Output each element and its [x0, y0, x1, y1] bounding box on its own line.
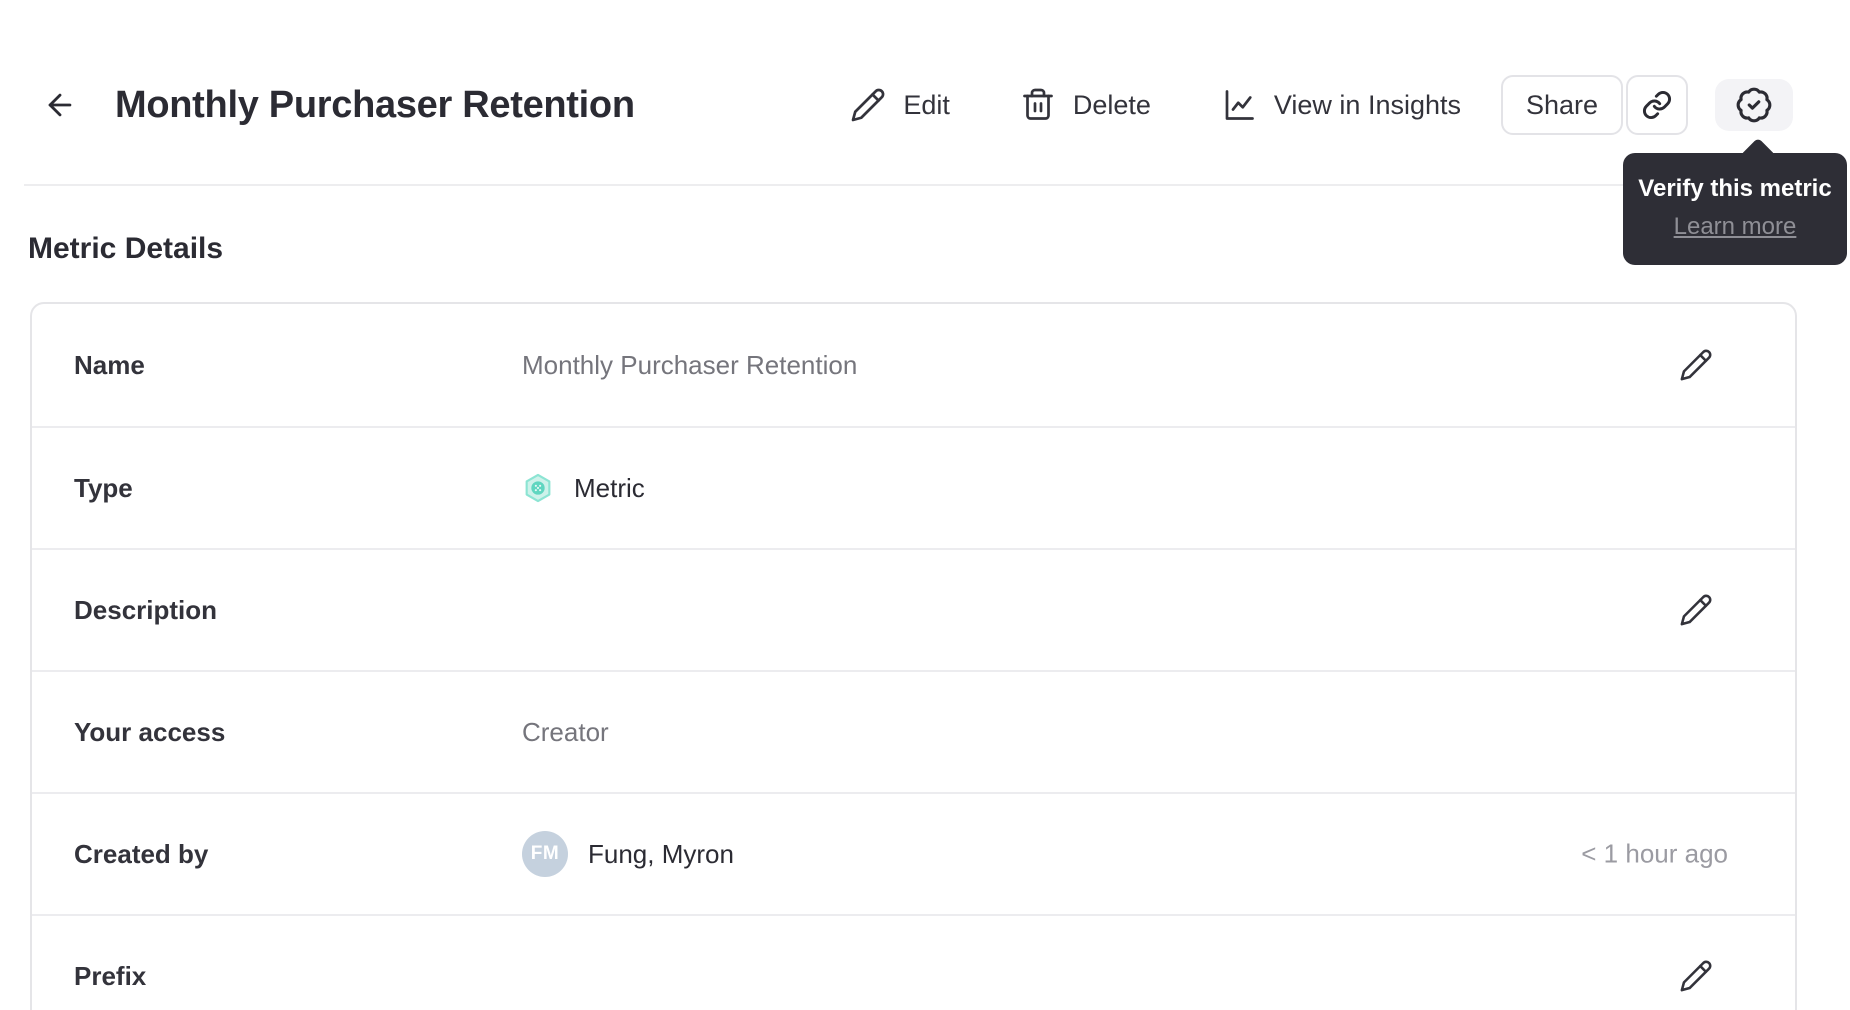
view-in-insights-button[interactable]: View in Insights	[1221, 87, 1461, 123]
detail-row-type: Type Metric	[32, 426, 1795, 548]
share-button[interactable]: Share	[1501, 75, 1623, 135]
edit-name-button[interactable]	[1674, 343, 1718, 387]
row-label: Description	[74, 594, 218, 625]
row-label: Created by	[74, 838, 209, 869]
pencil-icon	[1679, 959, 1713, 993]
tooltip-title: Verify this metric	[1638, 175, 1832, 202]
detail-row-created-by: Created by FM Fung, Myron < 1 hour ago	[32, 792, 1795, 914]
verified-badge-icon	[1735, 86, 1773, 124]
metric-details-card: Name Monthly Purchaser Retention Type Me…	[30, 302, 1797, 1010]
page-title: Monthly Purchaser Retention	[115, 83, 635, 126]
row-value: Monthly Purchaser Retention	[522, 349, 858, 380]
back-button[interactable]	[43, 88, 77, 122]
row-label: Prefix	[74, 960, 147, 991]
delete-button-label: Delete	[1072, 89, 1151, 120]
pencil-icon	[1679, 348, 1713, 382]
main-content: Metric Details Name Monthly Purchaser Re…	[0, 186, 1850, 1010]
pencil-icon	[1679, 593, 1713, 627]
pencil-icon	[850, 87, 886, 123]
detail-row-description: Description	[32, 548, 1795, 670]
line-chart-icon	[1221, 87, 1257, 123]
row-label: Your access	[74, 716, 226, 747]
row-label: Name	[74, 349, 145, 380]
arrow-left-icon	[43, 88, 77, 122]
edit-button[interactable]: Edit	[850, 87, 950, 123]
row-value: FM Fung, Myron	[522, 831, 734, 877]
trash-icon	[1020, 87, 1056, 123]
row-value: Metric	[522, 472, 645, 504]
edit-button-label: Edit	[903, 89, 950, 120]
metric-hexagon-icon	[522, 472, 554, 504]
link-icon	[1641, 89, 1673, 121]
delete-button[interactable]: Delete	[1020, 87, 1151, 123]
verify-metric-button[interactable]	[1715, 79, 1793, 131]
row-label: Type	[74, 472, 133, 503]
edit-description-button[interactable]	[1674, 588, 1718, 632]
type-value-label: Metric	[574, 472, 645, 503]
header-row: Monthly Purchaser Retention Edit Delete …	[43, 74, 1793, 136]
edit-prefix-button[interactable]	[1674, 954, 1718, 998]
view-in-insights-label: View in Insights	[1273, 89, 1461, 120]
copy-link-button[interactable]	[1626, 75, 1688, 135]
row-value: Creator	[522, 716, 609, 747]
header-actions: Edit Delete View in Insights Share	[850, 75, 1793, 135]
share-button-label: Share	[1525, 89, 1599, 120]
detail-row-prefix: Prefix	[32, 914, 1795, 1010]
created-by-name: Fung, Myron	[588, 838, 734, 869]
share-button-group: Share	[1501, 75, 1688, 135]
detail-row-your-access: Your access Creator	[32, 670, 1795, 792]
page-header: Monthly Purchaser Retention Edit Delete …	[0, 0, 1850, 186]
detail-row-name: Name Monthly Purchaser Retention	[32, 304, 1795, 426]
learn-more-link[interactable]: Learn more	[1674, 213, 1797, 241]
section-title: Metric Details	[28, 232, 224, 265]
avatar: FM	[522, 831, 568, 877]
verify-metric-tooltip: Verify this metric Learn more	[1623, 137, 1847, 265]
created-timestamp: < 1 hour ago	[1581, 838, 1728, 869]
